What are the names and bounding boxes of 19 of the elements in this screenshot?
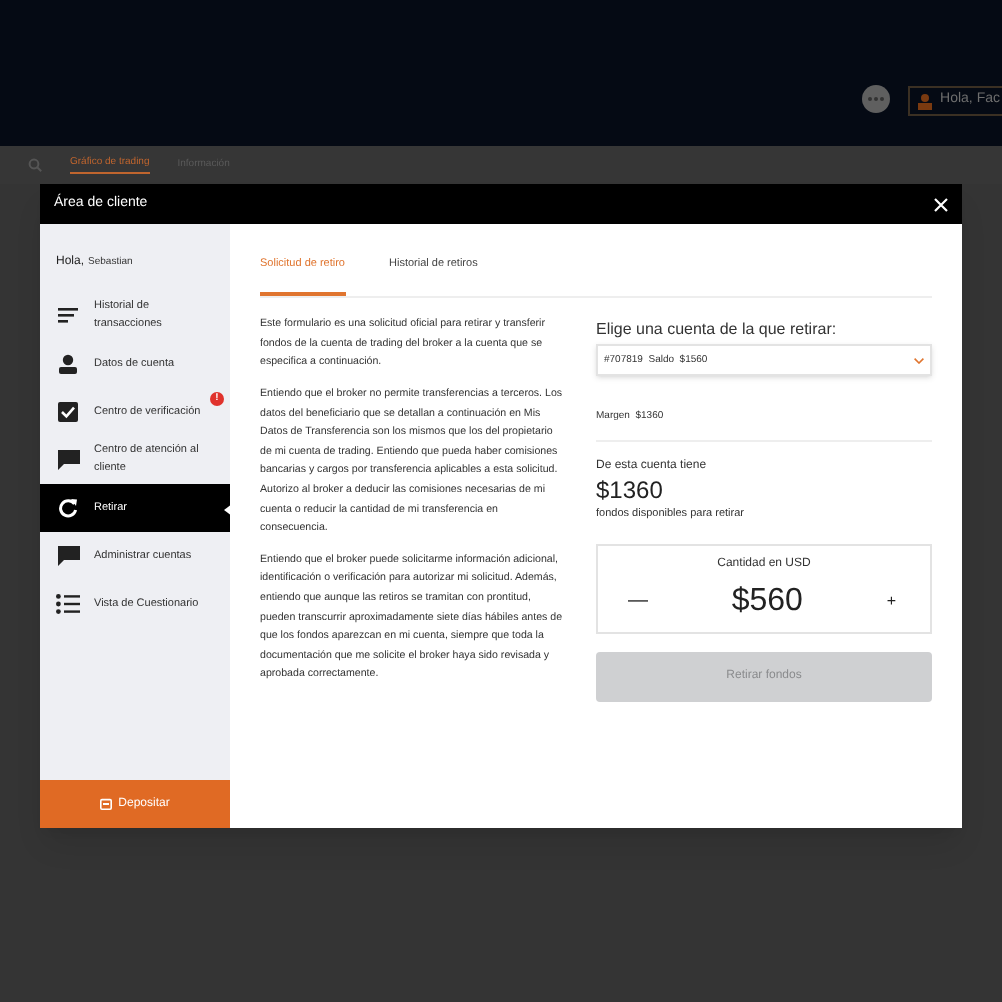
wallet-icon [100,798,113,810]
search-icon[interactable] [28,158,42,172]
chat-icon [57,450,79,470]
refresh-icon [58,498,78,518]
lines-icon [58,308,78,324]
chat-icon[interactable] [860,84,893,116]
account-heading: Elige una cuenta de la que retirar: [596,318,839,343]
increase-button[interactable]: + [886,589,900,613]
amount-value: $560 [731,581,803,621]
user-icon [918,93,933,109]
chevron-down-icon [914,357,924,364]
decrease-button[interactable]: — [628,586,648,616]
chat-icon [57,546,79,566]
list-icon [56,594,80,614]
close-icon[interactable] [934,197,948,211]
pointer-icon [224,504,232,516]
checkbox-icon [58,402,78,422]
available-amount: $1360 [596,476,665,507]
user-icon [58,354,78,374]
